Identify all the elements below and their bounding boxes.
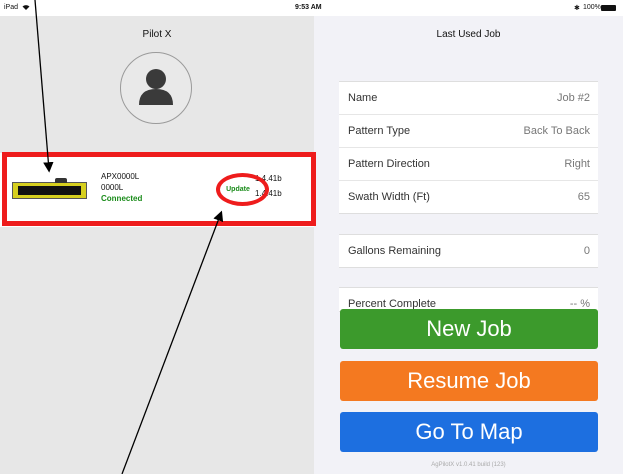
device-label: iPad	[4, 4, 19, 11]
resume-job-button[interactable]: Resume Job	[340, 361, 598, 401]
go-to-map-button[interactable]: Go To Map	[340, 412, 598, 452]
version-1: 1.4.41b	[255, 174, 282, 183]
job-name-row: Name Job #2	[339, 82, 598, 115]
status-time: 9:53 AM	[295, 4, 322, 11]
firmware-versions: 1.4.41b 1.4.41b	[255, 171, 282, 201]
app-version-footer: AgPilotX v1.0.41 build (123)	[431, 462, 506, 468]
user-icon	[139, 69, 173, 105]
device-id: 0000L	[101, 183, 124, 192]
panel-title: Last Used Job	[436, 29, 501, 40]
bluetooth-icon: ✱	[574, 5, 580, 12]
status-bar: iPad 9:53 AM ✱ 100%	[0, 0, 623, 16]
gallons-card: Gallons Remaining 0	[339, 234, 598, 268]
device-info: APX0000L 0000L Connected	[101, 171, 142, 204]
gallons-row: Gallons Remaining 0	[348, 245, 590, 257]
device-name: APX0000L	[101, 172, 140, 181]
swath-width-row: Swath Width (Ft) 65	[348, 191, 590, 203]
avatar[interactable]	[120, 52, 192, 124]
wifi-icon	[22, 4, 30, 13]
job-panel: Last Used Job Name Job #2 Pattern Type B…	[314, 16, 623, 474]
version-2: 1.4.41b	[255, 189, 282, 198]
battery-percent: 100%	[583, 4, 601, 11]
job-details-card: Name Job #2 Pattern Type Back To Back Pa…	[339, 81, 598, 214]
battery-icon	[601, 5, 616, 11]
sprayer-device-icon	[12, 178, 87, 199]
device-card[interactable]: APX0000L 0000L Connected Update 1.4.41b …	[0, 153, 314, 227]
connection-status: Connected	[101, 194, 143, 203]
panel-title: Pilot X	[142, 29, 172, 40]
pattern-direction-row: Pattern Direction Right	[339, 148, 598, 181]
pattern-type-row: Pattern Type Back To Back	[339, 115, 598, 148]
device-panel: Pilot X APX0000L 0000L Connected Update …	[0, 16, 314, 474]
new-job-button[interactable]: New Job	[340, 309, 598, 349]
